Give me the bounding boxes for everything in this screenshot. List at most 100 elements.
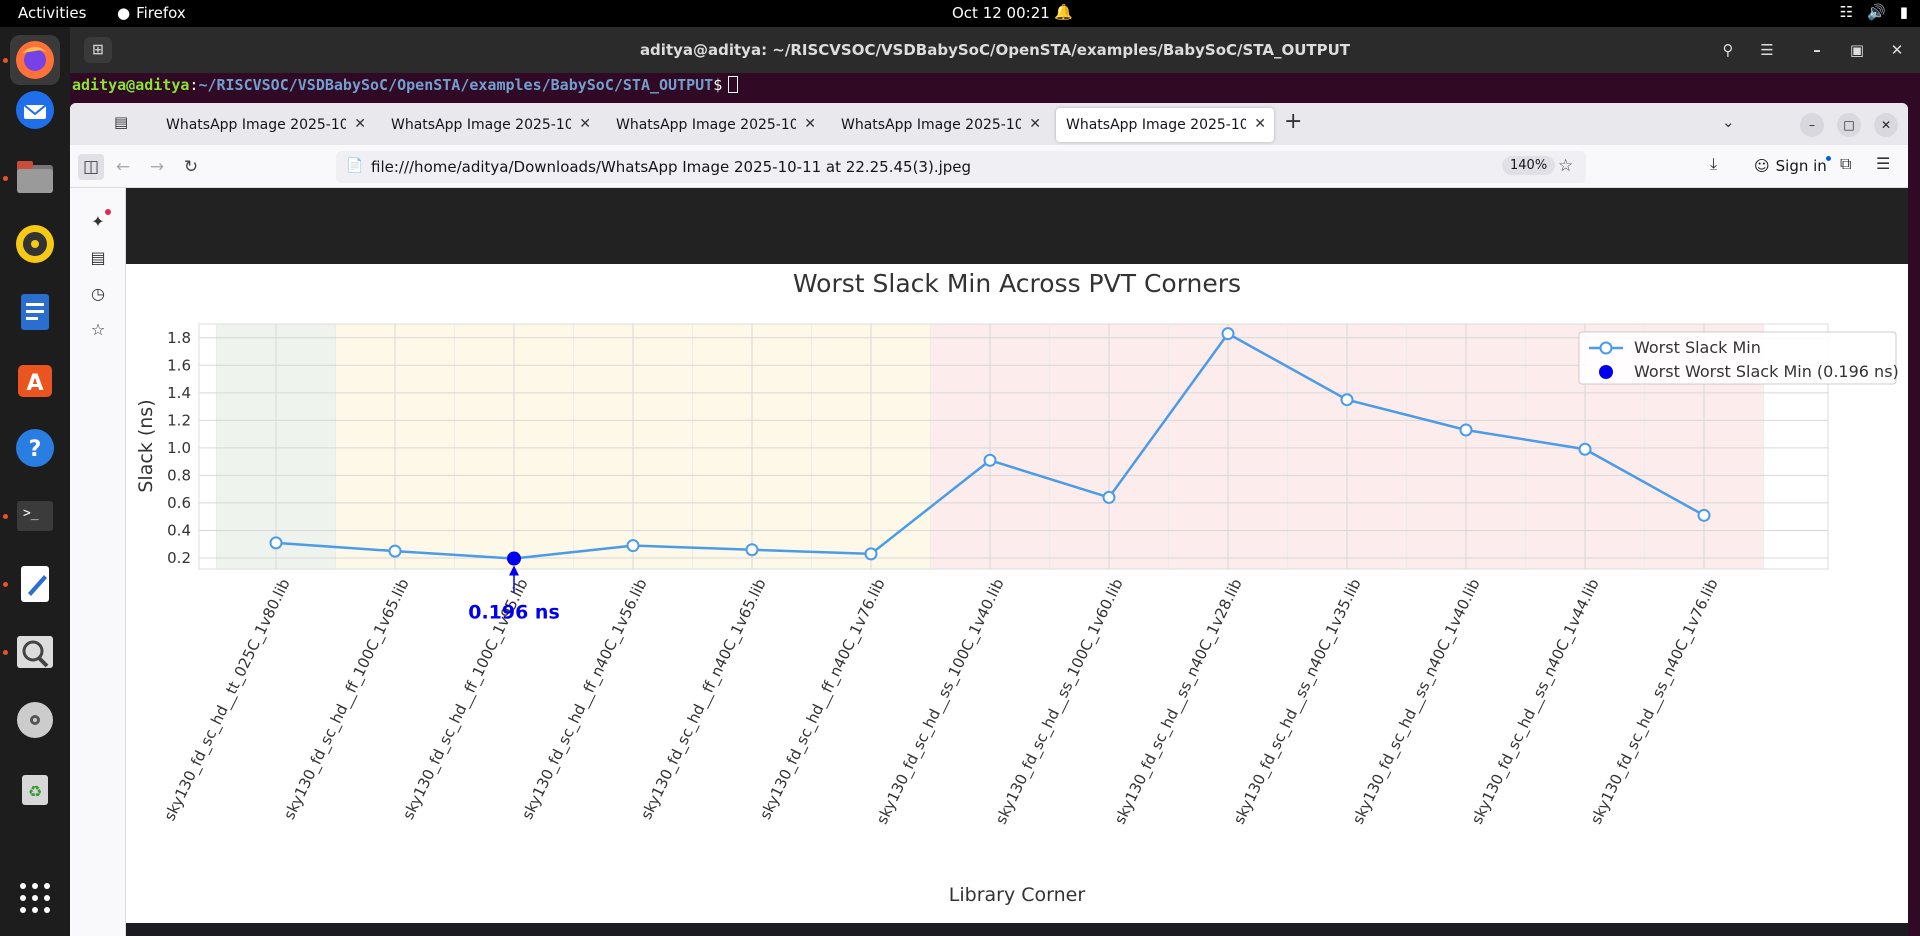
synced-tabs-icon[interactable]: ▤	[87, 248, 109, 270]
navigation-bar: ◫ ← → ↻ 📄 file:///home/aditya/Downloads/…	[70, 145, 1908, 188]
data-point	[1102, 490, 1116, 504]
y-tick-label: 0.4	[167, 521, 191, 539]
x-tick-label: sky130_fd_sc_hd__ss_n40C_1v76.lib	[1587, 576, 1723, 828]
text-editor-dock-icon[interactable]	[10, 559, 60, 609]
image-viewer-dock-icon[interactable]	[10, 627, 60, 677]
tab-close-icon[interactable]: ✕	[1254, 116, 1266, 132]
data-point	[269, 536, 283, 550]
sign-in-badge	[1825, 156, 1831, 161]
sidebar-toggle-icon[interactable]: ◫	[78, 154, 104, 180]
sign-in-button[interactable]: ☺ Sign in	[1746, 152, 1835, 180]
bookmarks-icon[interactable]: ☆	[87, 320, 109, 342]
notification-bell-icon[interactable]: 🔔	[1054, 3, 1073, 21]
y-tick-label: 1.6	[167, 356, 191, 374]
rhythmbox-dock-icon[interactable]	[10, 219, 60, 269]
terminal-prompt: aditya@aditya:~/RISCVSOC/VSDBabySoC/Open…	[72, 76, 739, 94]
tab-close-icon[interactable]: ✕	[354, 116, 366, 132]
terminal-close-button[interactable]: ✕	[1881, 35, 1913, 65]
disc-dock-icon[interactable]	[10, 695, 60, 745]
thunderbird-dock-icon[interactable]	[10, 85, 60, 135]
firefox-minimize-button[interactable]: –	[1800, 113, 1824, 137]
x-tick-label: sky130_fd_sc_hd__ss_100C_1v60.lib	[992, 576, 1128, 828]
x-tick-label: sky130_fd_sc_hd__ss_100C_1v40.lib	[873, 576, 1009, 828]
browser-tab-active[interactable]: WhatsApp Image 2025-10-11 at 22.25.45(3)…	[1056, 108, 1274, 142]
files-dock-icon[interactable]	[10, 153, 60, 203]
data-point	[388, 544, 402, 558]
url-text[interactable]: file:///home/aditya/Downloads/WhatsApp I…	[371, 158, 971, 176]
clock[interactable]: Oct 12 00:21	[952, 4, 1050, 22]
x-tick-label: sky130_fd_sc_hd__ff_n40C_1v65.lib	[637, 576, 770, 823]
running-indicator	[3, 58, 8, 63]
system-tray[interactable]: ☷ 🔊 ▮	[1840, 3, 1908, 21]
data-point	[864, 547, 878, 561]
terminal-menu-icon[interactable]: ☰	[1751, 35, 1783, 65]
image-viewer[interactable]: 0.2 0.4 0.6 0.8 1.0 1.2 1.4 1.6 1.8 Worst Slack M…	[126, 188, 1908, 923]
account-icon: ☺	[1754, 157, 1770, 175]
browser-tab[interactable]: WhatsApp Image 2025-10-11 at 22.25.45(3)…	[831, 108, 1049, 142]
tab-close-icon[interactable]: ✕	[804, 116, 816, 132]
chart-svg: 0.2 0.4 0.6 0.8 1.0 1.2 1.4 1.6 1.8 Worst Slack M…	[135, 269, 1899, 906]
extensions-icon[interactable]: ⧉	[1840, 154, 1851, 174]
new-tab-button[interactable]: +	[1284, 109, 1302, 134]
prompt-dollar: $	[713, 76, 723, 94]
x-axis-label: Library Corner	[949, 884, 1086, 906]
min-point-marker	[507, 551, 521, 566]
legend-marker-swatch	[1599, 341, 1613, 355]
network-icon: ☷	[1839, 3, 1854, 21]
browser-tab[interactable]: WhatsApp Image 2025-10-11 at 22.25.45.jp…	[156, 108, 374, 142]
firefox-view-icon[interactable]: ▤	[114, 113, 128, 131]
forward-button[interactable]: →	[144, 154, 170, 180]
app-menu-icon[interactable]: ☰	[1876, 154, 1890, 173]
data-point	[1697, 508, 1711, 522]
x-tick-label: sky130_fd_sc_hd__ss_n40C_1v44.lib	[1468, 576, 1604, 828]
prompt-path: ~/RISCVSOC/VSDBabySoC/OpenSTA/examples/B…	[198, 76, 714, 94]
reload-button[interactable]: ↻	[178, 154, 204, 180]
help-dock-icon[interactable]: ?	[10, 423, 60, 473]
x-tick-label: sky130_fd_sc_hd__ff_100C_1v65.lib	[280, 576, 413, 823]
show-apps-icon[interactable]	[10, 873, 60, 923]
url-bar[interactable]: 📄 file:///home/aditya/Downloads/WhatsApp…	[336, 151, 1586, 183]
tab-close-icon[interactable]: ✕	[579, 116, 591, 132]
bookmark-star-icon[interactable]: ☆	[1558, 156, 1573, 176]
app-name: Firefox	[136, 4, 186, 22]
terminal-cursor	[728, 76, 739, 93]
trash-dock-icon[interactable]: ♻	[10, 763, 60, 813]
data-point	[983, 453, 997, 467]
firefox-window: ▤ WhatsApp Image 2025-10-11 at 22.25.45.…	[70, 103, 1908, 936]
y-tick-label: 1.0	[167, 439, 191, 457]
terminal-minimize-button[interactable]: –	[1801, 35, 1833, 65]
zoom-level[interactable]: 140%	[1502, 156, 1556, 175]
activities-button[interactable]: Activities	[18, 4, 86, 22]
x-tick-label: sky130_fd_sc_hd__ff_n40C_1v76.lib	[756, 576, 889, 823]
back-button[interactable]: ←	[110, 154, 136, 180]
browser-tab[interactable]: WhatsApp Image 2025-10-11 at 22.25.45(1)…	[381, 108, 599, 142]
terminal-maximize-button[interactable]: ▣	[1841, 35, 1873, 65]
running-indicator	[3, 582, 8, 587]
browser-tab[interactable]: WhatsApp Image 2025-10-11 at 22.25.45(2)…	[606, 108, 824, 142]
x-tick-label: sky130_fd_sc_hd__ss_n40C_1v40.lib	[1349, 576, 1485, 828]
writer-dock-icon[interactable]	[10, 287, 60, 337]
firefox-maximize-button[interactable]: □	[1837, 113, 1861, 137]
svg-text:A: A	[26, 371, 43, 396]
tab-label: WhatsApp Image 2025-10-11 at 22.25.45(3)…	[1066, 117, 1246, 133]
tab-close-icon[interactable]: ✕	[1029, 116, 1041, 132]
history-icon[interactable]: ◷	[87, 284, 109, 306]
x-tick-label: sky130_fd_sc_hd__ss_n40C_1v28.lib	[1111, 576, 1247, 828]
tab-label: WhatsApp Image 2025-10-11 at 22.25.45(3)…	[841, 117, 1021, 133]
terminal-search-icon[interactable]: ⚲	[1712, 35, 1744, 65]
y-tick-label: 1.2	[167, 411, 191, 429]
ai-chatbot-icon[interactable]: ✦	[87, 209, 111, 234]
firefox-dock-icon[interactable]	[10, 35, 60, 85]
data-point	[1459, 423, 1473, 437]
app-center-dock-icon[interactable]: A	[10, 355, 60, 405]
terminal-dock-icon[interactable]: >_	[10, 491, 60, 541]
list-all-tabs-icon[interactable]: ⌄	[1722, 113, 1735, 131]
image-dark-band	[126, 188, 1908, 264]
downloads-icon[interactable]: ⤓	[1710, 154, 1717, 174]
firefox-close-button[interactable]: ✕	[1874, 113, 1898, 137]
y-tick-label: 0.2	[167, 549, 191, 567]
terminal-body[interactable]: aditya@aditya:~/RISCVSOC/VSDBabySoC/Open…	[70, 73, 1920, 103]
firefox-small-icon: ●	[117, 4, 131, 22]
app-menu[interactable]: ● Firefox	[117, 4, 186, 22]
volume-icon: 🔊	[1867, 3, 1886, 21]
